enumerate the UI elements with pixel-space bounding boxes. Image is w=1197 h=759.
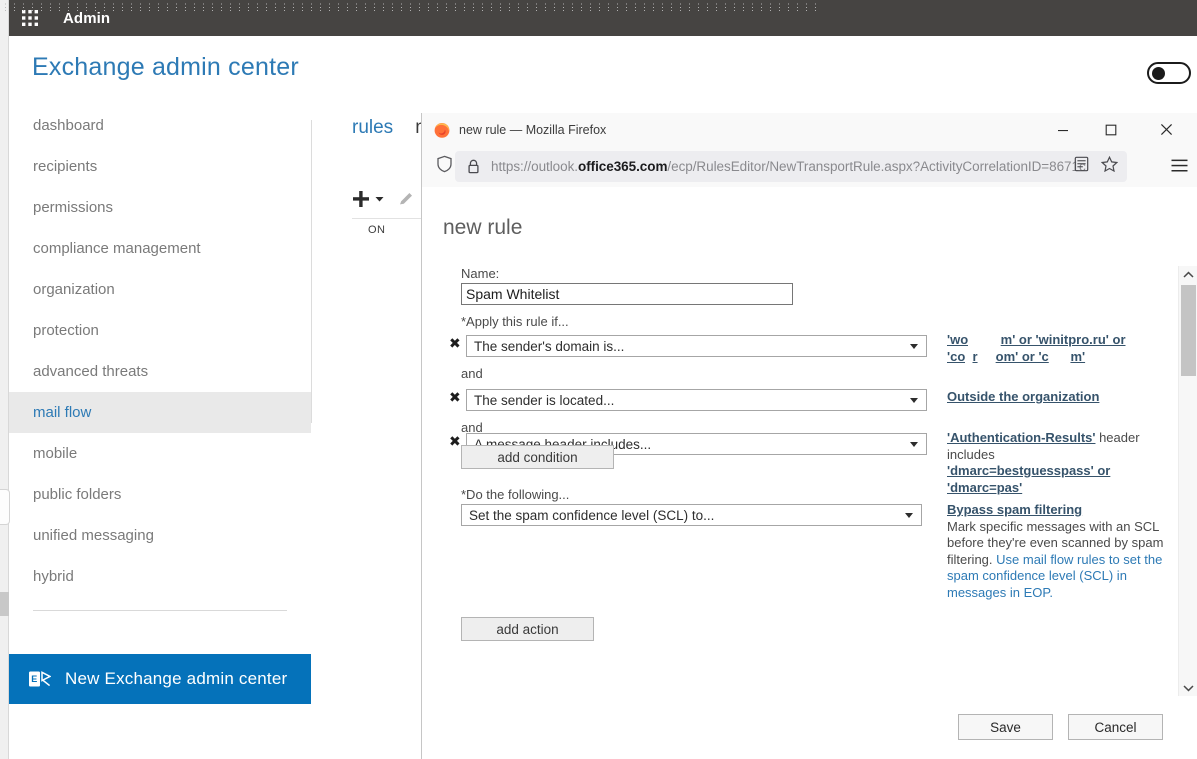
condition-row: ✖ The sender is located...	[449, 389, 949, 411]
star-bookmark-icon[interactable]	[1100, 155, 1119, 177]
firefox-popup-window: new rule — Mozilla Firefox https://outlo…	[421, 113, 1197, 759]
sidebar-item-label: mobile	[33, 445, 78, 462]
sidebar-item-recipients[interactable]: recipients	[9, 146, 311, 187]
close-window-icon[interactable]	[1144, 113, 1189, 146]
sidebar-item-unified-messaging[interactable]: unified messaging	[9, 515, 311, 556]
scroll-down-arrow-icon[interactable]	[1179, 679, 1197, 696]
add-condition-button[interactable]: add condition	[461, 445, 614, 469]
sidebar-item-dashboard[interactable]: dashboard	[9, 105, 311, 146]
sidebar-item-label: advanced threats	[33, 363, 149, 380]
action-row: Set the spam confidence level (SCL) to..…	[449, 504, 949, 526]
scroll-up-arrow-icon[interactable]	[1179, 266, 1197, 283]
condition-1-description[interactable]: 'wo m' or 'winitpro.ru' or'co r om' or '…	[947, 332, 1189, 365]
chevron-down-icon	[905, 513, 913, 518]
firefox-navigation-toolbar: https://outlook.office365.com/ecp/RulesE…	[422, 146, 1197, 187]
save-button[interactable]: Save	[958, 714, 1053, 740]
condition-and-label: and	[461, 366, 483, 381]
rule-form-heading: new rule	[443, 216, 523, 239]
sidebar-item-mail-flow[interactable]: mail flow	[9, 392, 311, 433]
new-exchange-admin-center-button[interactable]: E New Exchange admin center	[9, 654, 311, 704]
address-bar[interactable]: https://outlook.office365.com/ecp/RulesE…	[455, 151, 1127, 182]
name-field-label: Name:	[461, 266, 500, 281]
sidebar-item-public-folders[interactable]: public folders	[9, 474, 311, 515]
edge-dots: ⋮⋮⋮⋮⋮⋮⋮⋮⋮⋮⋮⋮⋮⋮⋮⋮⋮⋮⋮⋮⋮⋮⋮⋮⋮⋮⋮⋮⋮⋮⋮⋮⋮⋮⋮⋮⋮⋮⋮⋮…	[1, 3, 820, 12]
action-select-value: Set the spam confidence level (SCL) to..…	[469, 507, 715, 523]
new-eac-label: New Exchange admin center	[65, 669, 288, 688]
action-select-set-scl[interactable]: Set the spam confidence level (SCL) to..…	[461, 504, 922, 526]
chevron-down-icon	[910, 344, 918, 349]
sidebar-item-label: organization	[33, 281, 115, 298]
condition-select-value: The sender's domain is...	[474, 338, 625, 354]
sidebar-divider	[33, 610, 287, 611]
suite-app-name[interactable]: Admin	[63, 10, 110, 27]
tab-rules[interactable]: rules	[352, 117, 393, 139]
chevron-down-icon[interactable]	[375, 195, 384, 204]
sidebar-item-advanced-threats[interactable]: advanced threats	[9, 351, 311, 392]
sidebar-item-label: compliance management	[33, 240, 201, 257]
page-scrollbar[interactable]	[1178, 266, 1197, 696]
sidebar-nav: dashboard recipients permissions complia…	[9, 105, 311, 759]
reader-view-icon[interactable]	[1074, 156, 1089, 177]
new-rule-plus-icon[interactable]	[352, 190, 370, 208]
sidebar-item-label: hybrid	[33, 568, 74, 585]
chevron-down-icon	[910, 442, 918, 447]
window-title: new rule — Mozilla Firefox	[459, 122, 607, 137]
sidebar-item-permissions[interactable]: permissions	[9, 187, 311, 228]
condition-2-description[interactable]: Outside the organization	[947, 389, 1189, 406]
sidebar-item-label: mail flow	[33, 404, 92, 421]
maximize-window-icon[interactable]	[1088, 113, 1133, 146]
outer-browser-edge: ⋮⋮⋮⋮⋮⋮⋮⋮⋮⋮⋮⋮⋮⋮⋮⋮⋮⋮⋮⋮⋮⋮⋮⋮⋮⋮⋮⋮⋮⋮⋮⋮⋮⋮⋮⋮⋮⋮⋮⋮…	[0, 0, 820, 759]
sidebar-item-label: recipients	[33, 158, 98, 175]
minimize-window-icon[interactable]	[1040, 113, 1085, 146]
sidebar-item-label: public folders	[33, 486, 122, 503]
rule-name-input[interactable]	[461, 283, 793, 305]
edge-selected-stub[interactable]	[0, 592, 9, 616]
sidebar-item-mobile[interactable]: mobile	[9, 433, 311, 474]
exchange-logo-icon: E	[29, 670, 57, 688]
action-description[interactable]: Bypass spam filtering Mark specific messa…	[947, 502, 1189, 601]
firefox-titlebar[interactable]: new rule — Mozilla Firefox	[422, 113, 1197, 146]
sidebar-item-label: unified messaging	[33, 527, 154, 544]
sidebar-item-label: dashboard	[33, 117, 104, 134]
remove-condition-icon[interactable]: ✖	[449, 391, 461, 406]
shield-tracking-protection-icon[interactable]	[436, 155, 453, 178]
sidebar-item-compliance-management[interactable]: compliance management	[9, 228, 311, 269]
condition-select-value: The sender is located...	[474, 392, 615, 408]
rules-column-header-on: ON	[368, 224, 386, 236]
toggle-knob	[1152, 67, 1165, 80]
sidebar-item-label: protection	[33, 322, 99, 339]
apply-rule-if-label: *Apply this rule if...	[461, 314, 569, 329]
do-the-following-label: *Do the following...	[461, 487, 570, 502]
sidebar-item-protection[interactable]: protection	[9, 310, 311, 351]
chevron-down-icon	[910, 398, 918, 403]
page-title: Exchange admin center	[32, 53, 299, 81]
remove-condition-icon[interactable]: ✖	[449, 337, 461, 352]
cancel-button[interactable]: Cancel	[1068, 714, 1163, 740]
condition-select-sender-domain[interactable]: The sender's domain is...	[466, 335, 927, 357]
hamburger-menu-icon[interactable]	[1170, 156, 1189, 180]
new-rule-page: new rule Name: *Apply this rule if... ✖ …	[422, 187, 1197, 759]
sidebar-item-label: permissions	[33, 199, 114, 216]
add-action-button[interactable]: add action	[461, 617, 594, 641]
remove-condition-icon[interactable]: ✖	[449, 435, 461, 450]
condition-select-sender-location[interactable]: The sender is located...	[466, 389, 927, 411]
url-text: https://outlook.office365.com/ecp/RulesE…	[491, 159, 1086, 174]
padlock-secure-icon	[467, 159, 480, 174]
rule-form-footer: Save Cancel	[422, 696, 1197, 759]
sidebar-item-hybrid[interactable]: hybrid	[9, 556, 311, 597]
condition-row: ✖ The sender's domain is...	[449, 335, 949, 357]
theme-toggle-switch[interactable]	[1147, 62, 1191, 84]
scrollbar-thumb[interactable]	[1181, 285, 1196, 376]
rule-form-scroll-region: Name: *Apply this rule if... ✖ The sende…	[422, 266, 1178, 696]
edge-tab-stub[interactable]	[0, 489, 10, 525]
svg-text:E: E	[31, 674, 37, 684]
firefox-logo-icon	[433, 121, 451, 139]
condition-3-description[interactable]: 'Authentication-Results' header includes…	[947, 430, 1189, 496]
sidebar-item-organization[interactable]: organization	[9, 269, 311, 310]
pencil-edit-icon[interactable]	[397, 190, 415, 208]
